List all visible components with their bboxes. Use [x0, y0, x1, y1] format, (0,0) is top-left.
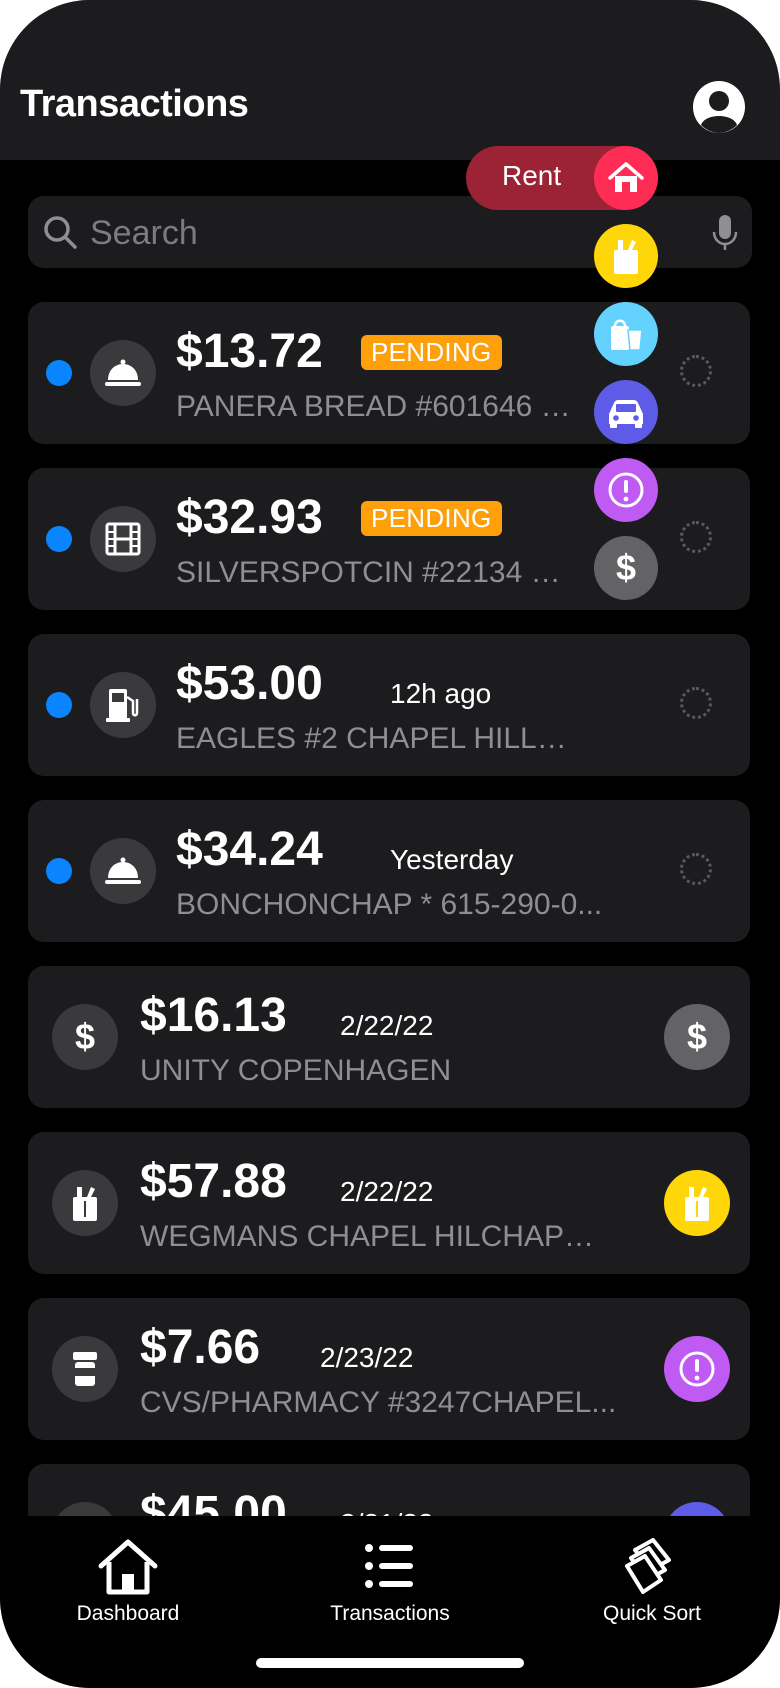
tab-label: Quick Sort — [602, 1602, 702, 1625]
merchant-name: EAGLES #2 CHAPEL HILLNC — [176, 722, 576, 755]
category-button[interactable] — [90, 340, 156, 406]
select-circle[interactable] — [680, 521, 712, 553]
unread-dot — [46, 858, 72, 884]
quick-category-groceries[interactable] — [594, 224, 658, 288]
unread-dot — [46, 692, 72, 718]
amount: $16.13 — [140, 989, 287, 1042]
tab-dashboard[interactable]: Dashboard — [28, 1536, 228, 1636]
food-cloche-icon — [105, 359, 141, 386]
quick-category-rent[interactable] — [594, 146, 658, 210]
profile-icon[interactable] — [692, 80, 746, 134]
merchant-name: CVS/PHARMACY #3247CHAPEL... — [140, 1386, 617, 1419]
category-button[interactable] — [52, 1336, 118, 1402]
merchant-name: WEGMANS CHAPEL HILCHAPE... — [140, 1220, 600, 1253]
assigned-category-button[interactable] — [664, 1336, 730, 1402]
grocery-bag-icon — [73, 1187, 97, 1221]
unread-dot — [46, 360, 72, 386]
fuel-pump-icon — [106, 689, 139, 722]
assigned-category-button[interactable]: $ — [664, 1004, 730, 1070]
dollar-icon: $ — [75, 1017, 95, 1057]
category-button[interactable] — [52, 1170, 118, 1236]
tab-label: Dashboard — [76, 1602, 180, 1625]
amount: $13.72 — [176, 325, 323, 378]
amount: $53.00 — [176, 657, 323, 710]
dollar-icon: $ — [616, 548, 636, 588]
pill-bottle-icon — [73, 1352, 97, 1386]
select-circle[interactable] — [680, 853, 712, 885]
transaction-time: 2/22/22 — [340, 1176, 434, 1207]
quick-category-shopping[interactable] — [594, 302, 658, 366]
stacked-cards-icon — [625, 1538, 671, 1594]
quick-category-income[interactable]: $ — [594, 536, 658, 600]
select-circle[interactable] — [680, 687, 712, 719]
category-button[interactable] — [90, 838, 156, 904]
food-cloche-icon — [105, 857, 141, 884]
svg-text:$: $ — [616, 548, 636, 588]
search-icon — [44, 216, 77, 249]
dollar-icon: $ — [687, 1017, 707, 1057]
amount: $34.24 — [176, 823, 323, 876]
merchant-name: BONCHONCHAP * 615-290-0... — [176, 888, 603, 921]
transaction-time: 2/23/22 — [320, 1342, 414, 1373]
page-title: Transactions — [20, 83, 249, 125]
rent-label: Rent — [502, 160, 562, 191]
alert-icon — [608, 472, 644, 508]
category-button[interactable] — [90, 672, 156, 738]
transaction-card[interactable]: $7.66 2/23/22 CVS/PHARMACY #3247CHAPEL..… — [28, 1298, 750, 1440]
microphone-icon[interactable] — [712, 214, 738, 252]
category-button[interactable] — [90, 506, 156, 572]
category-button[interactable]: $ — [52, 1004, 118, 1070]
amount: $32.93 — [176, 491, 323, 544]
house-icon — [608, 162, 644, 192]
tab-quick-sort[interactable]: Quick Sort — [552, 1536, 752, 1636]
category-quick-menu[interactable]: Rent $ — [466, 146, 666, 600]
film-icon — [105, 522, 141, 556]
bag-and-cup-icon — [611, 319, 643, 351]
select-circle[interactable] — [680, 355, 712, 387]
grocery-bag-icon — [685, 1187, 709, 1221]
transaction-card[interactable]: $34.24 Yesterday BONCHONCHAP * 615-290-0… — [28, 800, 750, 942]
grocery-bag-icon — [614, 240, 638, 274]
quick-category-alert[interactable] — [594, 458, 658, 522]
tab-label: Transactions — [330, 1602, 450, 1625]
quick-category-auto[interactable] — [594, 380, 658, 444]
app-header: Transactions — [0, 0, 780, 160]
assigned-category-button[interactable] — [664, 1170, 730, 1236]
transaction-card[interactable]: $57.88 2/22/22 WEGMANS CHAPEL HILCHAPE..… — [28, 1132, 750, 1274]
alert-icon — [679, 1351, 715, 1387]
transaction-card[interactable]: $45.00 2/21/22 — [28, 1464, 750, 1520]
svg-text:$: $ — [687, 1017, 707, 1057]
car-icon — [609, 400, 643, 428]
amount: $45.00 — [140, 1487, 287, 1520]
transaction-time: Yesterday — [390, 844, 514, 875]
amount: $7.66 — [140, 1321, 261, 1374]
transaction-card[interactable]: $ $16.13 2/22/22 UNITY COPENHAGEN $ — [28, 966, 750, 1108]
amount: $57.88 — [140, 1155, 287, 1208]
tab-transactions[interactable]: Transactions — [290, 1536, 490, 1636]
transaction-card[interactable]: $53.00 12h ago EAGLES #2 CHAPEL HILLNC — [28, 634, 750, 776]
phone-screen: Transactions Search $13.72 PENDING PANER… — [0, 0, 780, 1688]
transaction-time: 12h ago — [390, 678, 492, 709]
home-indicator — [256, 1658, 524, 1668]
merchant-name: UNITY COPENHAGEN — [140, 1054, 452, 1087]
unread-dot — [46, 526, 72, 552]
svg-text:$: $ — [75, 1017, 95, 1057]
list-icon — [365, 1544, 413, 1588]
house-icon — [98, 1539, 158, 1595]
transaction-time: 2/22/22 — [340, 1010, 434, 1041]
